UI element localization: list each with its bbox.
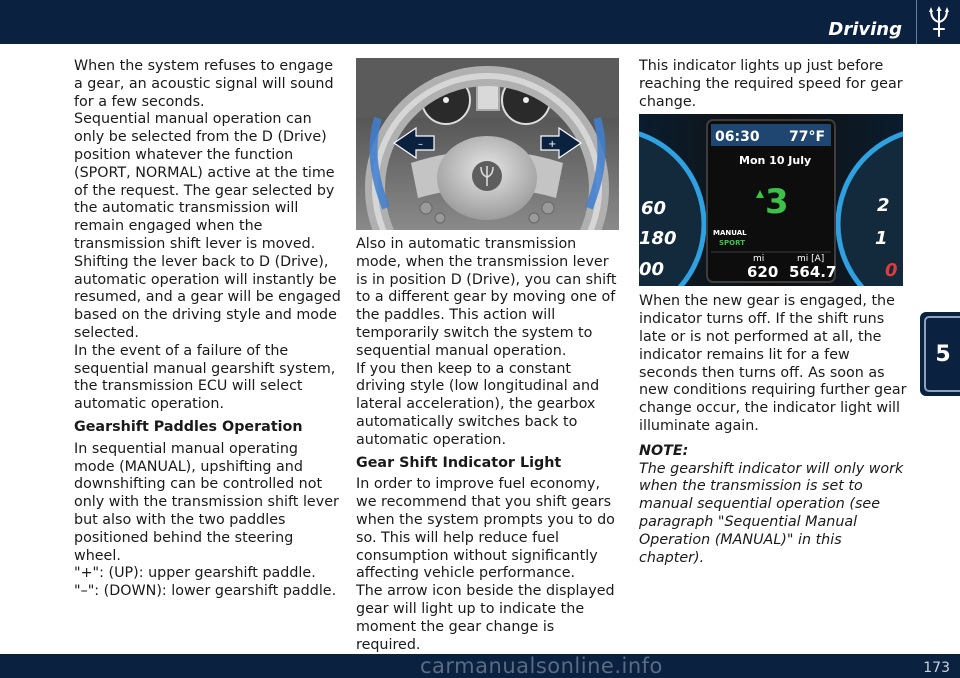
paragraph: "–": (DOWN): lower gearshift paddle. [74, 583, 337, 600]
right-gauge-label: 1 [875, 228, 888, 249]
clock-time: 06:30 [715, 129, 760, 145]
watermark: carmanualsonline.info [420, 654, 663, 678]
subheading-gearshift-paddles: Gearshift Paddles Operation [74, 418, 303, 435]
note-text: The gearshift indicator will only work w… [639, 460, 904, 566]
gear-number: 3 [765, 182, 789, 222]
paragraph: Sequential manual operation can only be … [74, 111, 335, 252]
right-gauge-label: 0 [885, 260, 898, 281]
left-gauge-label: 00 [639, 259, 664, 280]
paragraph: "+": (UP): upper gearshift paddle. [74, 565, 316, 582]
left-gauge-label: 60 [641, 198, 666, 219]
paragraph: This indicator lights up just before rea… [639, 58, 903, 110]
paragraph: In sequential manual operating mode (MAN… [74, 440, 339, 564]
instrument-cluster-figure: 60 180 00 2 1 0 06:30 77°F Mon 10 July 3… [639, 114, 903, 287]
subheading-gear-shift-indicator: Gear Shift Indicator Light [356, 454, 562, 471]
plus-label: + [548, 139, 556, 150]
chapter-number: 5 [935, 341, 951, 367]
paragraph: When the new gear is engaged, the indica… [639, 293, 907, 434]
odometer-value: 620 [747, 263, 778, 281]
paragraph: In order to improve fuel economy, we rec… [356, 476, 615, 582]
outside-temperature: 77°F [789, 129, 825, 145]
header-bar: Driving [0, 0, 960, 44]
paragraph: Also in automatic transmission mode, whe… [356, 236, 617, 359]
steering-wheel-paddles-figure: – + [356, 58, 619, 230]
left-gauge-label: 180 [639, 228, 677, 249]
column-1: When the system refuses to engage a gear… [74, 58, 342, 601]
paragraph: In the event of a failure of the sequent… [74, 342, 336, 413]
right-gauge-label: 2 [877, 195, 890, 216]
paragraph: Shifting the lever back to D (Drive), au… [74, 253, 341, 341]
mode-manual: MANUAL [713, 229, 747, 237]
footer-bar: carmanualsonline.info 173 [0, 654, 960, 678]
note-label: NOTE: [639, 442, 689, 459]
chapter-tab[interactable]: 5 [920, 312, 960, 396]
column-3: This indicator lights up just before rea… [639, 58, 909, 567]
date-display: Mon 10 July [739, 154, 811, 167]
section-title: Driving [828, 19, 902, 40]
paragraph: When the system refuses to engage a gear… [74, 58, 334, 110]
page-number: 173 [923, 660, 950, 676]
column-2: – + Also in automatic transmission mode,… [356, 58, 622, 654]
paragraph: The arrow icon beside the displayed gear… [356, 583, 615, 653]
paragraph: If you then keep to a constant driving s… [356, 360, 600, 448]
trip-value: 564.7 [789, 263, 836, 281]
mode-sport: SPORT [719, 239, 745, 247]
minus-label: – [418, 139, 423, 150]
trident-logo-icon [916, 0, 960, 44]
